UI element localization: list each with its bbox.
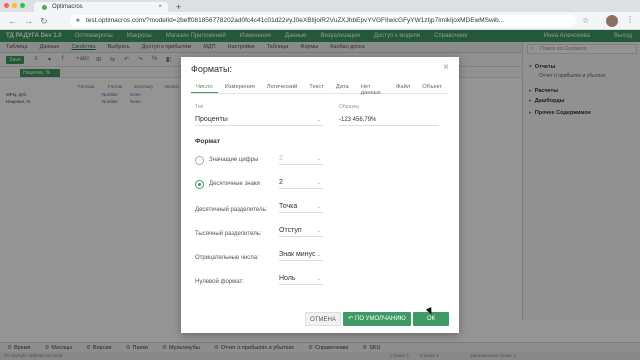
zero-format-label: Нулевой формат: bbox=[195, 279, 244, 285]
tab-number[interactable]: Число bbox=[191, 82, 218, 93]
lock-icon: ■ bbox=[76, 18, 80, 24]
forward-icon[interactable]: → bbox=[24, 16, 33, 26]
sample-value: -123 456,79% bbox=[339, 117, 377, 123]
tab-text[interactable]: Текст bbox=[304, 82, 329, 93]
tab-boolean[interactable]: Логический bbox=[262, 82, 303, 93]
favicon-icon bbox=[42, 4, 47, 10]
tab-dimensions[interactable]: Измерения bbox=[220, 82, 260, 93]
tab-object[interactable]: Объект bbox=[417, 82, 447, 93]
minimize-window-icon[interactable] bbox=[12, 3, 17, 8]
chevron-down-icon: ⌄ bbox=[316, 117, 321, 123]
decimal-places-label: Десятичные знаки bbox=[209, 181, 260, 187]
decimal-separator-value: Точка bbox=[279, 203, 298, 210]
negative-numbers-select[interactable]: Знак минус ⌄ bbox=[279, 249, 323, 261]
browser-tab-title: Optimacros bbox=[52, 4, 83, 10]
cancel-button[interactable]: ОТМЕНА bbox=[305, 312, 341, 326]
type-label: Тип bbox=[195, 104, 204, 110]
chevron-down-icon: ⌄ bbox=[316, 204, 321, 210]
sample-field: -123 456,79% bbox=[339, 114, 439, 126]
reload-icon[interactable]: ↻ bbox=[40, 16, 48, 27]
zero-format-value: Ноль bbox=[279, 275, 296, 282]
decimal-places-select[interactable]: 2 ⌄ bbox=[279, 177, 323, 189]
thousand-separator-label: Тысячный разделитель: bbox=[195, 231, 262, 237]
chevron-down-icon: ⌄ bbox=[316, 156, 321, 162]
dialog-title: Форматы: bbox=[191, 64, 232, 74]
format-section-title: Формат bbox=[195, 138, 220, 145]
tab-close-icon[interactable]: × bbox=[158, 4, 162, 10]
close-window-icon[interactable] bbox=[4, 3, 9, 8]
significant-digits-radio[interactable] bbox=[195, 156, 204, 165]
significant-digits-value: 2 bbox=[279, 155, 283, 162]
decimal-places-radio[interactable] bbox=[195, 180, 204, 189]
decimal-separator-select[interactable]: Точка ⌄ bbox=[279, 201, 323, 213]
new-tab-button[interactable]: + bbox=[176, 2, 181, 12]
browser-tabstrip: Optimacros × + bbox=[0, 0, 640, 12]
reset-default-label: ПО УМОЛЧАНИЮ bbox=[355, 316, 406, 322]
tab-file[interactable]: Файл bbox=[391, 82, 415, 93]
decimal-places-value: 2 bbox=[279, 179, 283, 186]
negative-numbers-value: Знак минус bbox=[279, 251, 316, 258]
maximize-window-icon[interactable] bbox=[20, 3, 25, 8]
formats-dialog: Форматы: × Число Измерения Логический Те… bbox=[181, 57, 459, 333]
browser-tab[interactable]: Optimacros × bbox=[34, 2, 168, 12]
profile-avatar[interactable] bbox=[606, 15, 618, 27]
chevron-down-icon: ⌄ bbox=[316, 228, 321, 234]
browser-menu-icon[interactable]: ⋮ bbox=[626, 15, 634, 24]
chevron-down-icon: ⌄ bbox=[316, 276, 321, 282]
format-tabs: Число Измерения Логический Текст Дата Не… bbox=[191, 82, 449, 96]
thousand-separator-select[interactable]: Отступ ⌄ bbox=[279, 225, 323, 237]
type-value: Проценты bbox=[195, 116, 228, 123]
tab-no-data[interactable]: Нет данных bbox=[356, 82, 389, 96]
address-bar: ← → ↻ ■ test.optimacros.com/?modelId=2be… bbox=[0, 12, 640, 30]
thousand-separator-value: Отступ bbox=[279, 227, 302, 234]
negative-numbers-label: Отрицательные числа: bbox=[195, 255, 259, 261]
undo-icon: ↶ bbox=[348, 316, 354, 322]
significant-digits-select[interactable]: 2 ⌄ bbox=[279, 153, 323, 165]
significant-digits-label: Значащие цифры bbox=[209, 157, 259, 163]
close-icon[interactable]: × bbox=[443, 62, 449, 73]
tab-date[interactable]: Дата bbox=[331, 82, 354, 93]
type-select[interactable]: Проценты ⌄ bbox=[195, 114, 323, 126]
sample-label: Образец bbox=[339, 104, 360, 110]
back-icon[interactable]: ← bbox=[8, 16, 17, 26]
bookmark-star-icon[interactable]: ☆ bbox=[582, 16, 589, 25]
chevron-down-icon: ⌄ bbox=[316, 180, 321, 186]
chevron-down-icon: ⌄ bbox=[316, 252, 321, 258]
zero-format-select[interactable]: Ноль ⌄ bbox=[279, 273, 323, 285]
url-field[interactable]: ■ test.optimacros.com/?modelId=2beff0818… bbox=[70, 15, 576, 27]
url-text: test.optimacros.com/?modelId=2beff081856… bbox=[86, 17, 505, 24]
reset-default-button[interactable]: ↶ ПО УМОЛЧАНИЮ bbox=[343, 312, 411, 326]
decimal-separator-label: Десятичный разделитель: bbox=[195, 207, 268, 213]
